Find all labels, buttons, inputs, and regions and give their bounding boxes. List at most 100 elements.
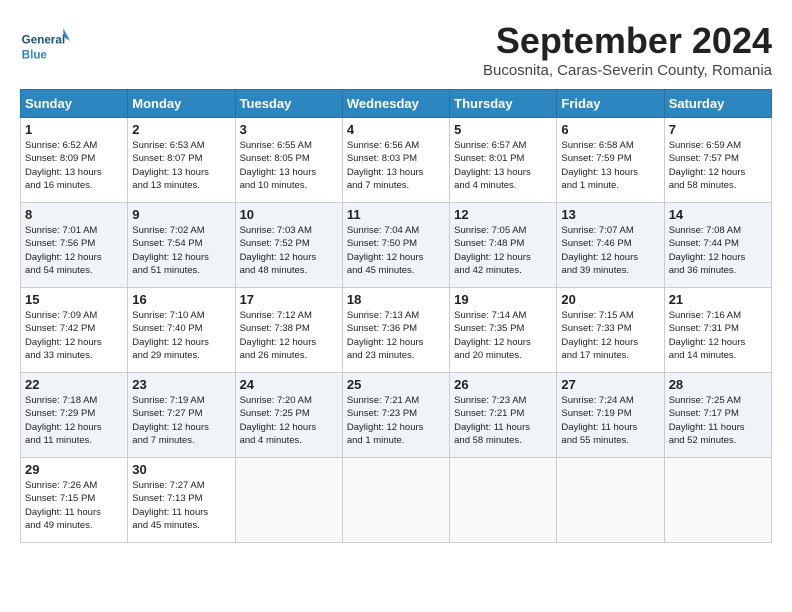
day-number: 19 bbox=[454, 292, 552, 307]
day-info: Sunrise: 6:57 AM Sunset: 8:01 PM Dayligh… bbox=[454, 139, 552, 192]
calendar-day bbox=[342, 458, 449, 543]
calendar-day: 24Sunrise: 7:20 AM Sunset: 7:25 PM Dayli… bbox=[235, 373, 342, 458]
day-number: 16 bbox=[132, 292, 230, 307]
day-info: Sunrise: 7:14 AM Sunset: 7:35 PM Dayligh… bbox=[454, 309, 552, 362]
day-number: 6 bbox=[561, 122, 659, 137]
day-number: 30 bbox=[132, 462, 230, 477]
day-info: Sunrise: 7:09 AM Sunset: 7:42 PM Dayligh… bbox=[25, 309, 123, 362]
day-info: Sunrise: 7:13 AM Sunset: 7:36 PM Dayligh… bbox=[347, 309, 445, 362]
day-info: Sunrise: 7:23 AM Sunset: 7:21 PM Dayligh… bbox=[454, 394, 552, 447]
day-info: Sunrise: 7:05 AM Sunset: 7:48 PM Dayligh… bbox=[454, 224, 552, 277]
day-info: Sunrise: 6:52 AM Sunset: 8:09 PM Dayligh… bbox=[25, 139, 123, 192]
calendar-day: 19 Sunrise: 7:14 AM Sunset: 7:35 PM Dayli… bbox=[450, 288, 557, 373]
day-info: Sunrise: 7:16 AM Sunset: 7:31 PM Dayligh… bbox=[669, 309, 767, 362]
day-number: 11 bbox=[347, 207, 445, 222]
day-number: 3 bbox=[240, 122, 338, 137]
day-number: 8 bbox=[25, 207, 123, 222]
day-number: 9 bbox=[132, 207, 230, 222]
day-number: 15 bbox=[25, 292, 123, 307]
calendar-day bbox=[664, 458, 771, 543]
calendar-week-5: 29 Sunrise: 7:26 AM Sunset: 7:15 PM Dayli… bbox=[21, 458, 772, 543]
day-info: Sunrise: 7:03 AM Sunset: 7:52 PM Dayligh… bbox=[240, 224, 338, 277]
calendar-week-3: 15 Sunrise: 7:09 AM Sunset: 7:42 PM Dayli… bbox=[21, 288, 772, 373]
calendar-day: 16Sunrise: 7:10 AM Sunset: 7:40 PM Dayli… bbox=[128, 288, 235, 373]
day-info: Sunrise: 7:19 AM Sunset: 7:27 PM Dayligh… bbox=[132, 394, 230, 447]
logo-icon: General Blue bbox=[20, 20, 70, 70]
calendar-day: 13Sunrise: 7:07 AM Sunset: 7:46 PM Dayli… bbox=[557, 203, 664, 288]
calendar-day: 5 Sunrise: 6:57 AM Sunset: 8:01 PM Daylig… bbox=[450, 118, 557, 203]
day-info: Sunrise: 7:24 AM Sunset: 7:19 PM Dayligh… bbox=[561, 394, 659, 447]
calendar-table: SundayMondayTuesdayWednesdayThursdayFrid… bbox=[20, 89, 772, 543]
day-info: Sunrise: 7:08 AM Sunset: 7:44 PM Dayligh… bbox=[669, 224, 767, 277]
weekday-header-saturday: Saturday bbox=[664, 90, 771, 118]
day-info: Sunrise: 6:53 AM Sunset: 8:07 PM Dayligh… bbox=[132, 139, 230, 192]
calendar-day: 6 Sunrise: 6:58 AM Sunset: 7:59 PM Daylig… bbox=[557, 118, 664, 203]
day-number: 17 bbox=[240, 292, 338, 307]
day-number: 1 bbox=[25, 122, 123, 137]
calendar-day: 27 Sunrise: 7:24 AM Sunset: 7:19 PM Dayli… bbox=[557, 373, 664, 458]
svg-text:Blue: Blue bbox=[22, 48, 48, 61]
day-info: Sunrise: 6:59 AM Sunset: 7:57 PM Dayligh… bbox=[669, 139, 767, 192]
calendar-day: 30 Sunrise: 7:27 AM Sunset: 7:13 PM Dayli… bbox=[128, 458, 235, 543]
day-number: 14 bbox=[669, 207, 767, 222]
day-info: Sunrise: 7:18 AM Sunset: 7:29 PM Dayligh… bbox=[25, 394, 123, 447]
calendar-day: 4Sunrise: 6:56 AM Sunset: 8:03 PM Daylig… bbox=[342, 118, 449, 203]
calendar-day: 20 Sunrise: 7:15 AM Sunset: 7:33 PM Dayli… bbox=[557, 288, 664, 373]
title-block: September 2024 Bucosnita, Caras-Severin … bbox=[483, 20, 772, 79]
day-info: Sunrise: 7:04 AM Sunset: 7:50 PM Dayligh… bbox=[347, 224, 445, 277]
weekday-header-sunday: Sunday bbox=[21, 90, 128, 118]
calendar-day: 17Sunrise: 7:12 AM Sunset: 7:38 PM Dayli… bbox=[235, 288, 342, 373]
calendar-day: 1 Sunrise: 6:52 AM Sunset: 8:09 PM Daylig… bbox=[21, 118, 128, 203]
day-number: 4 bbox=[347, 122, 445, 137]
svg-text:General: General bbox=[22, 33, 65, 46]
day-info: Sunrise: 7:26 AM Sunset: 7:15 PM Dayligh… bbox=[25, 479, 123, 532]
day-number: 20 bbox=[561, 292, 659, 307]
day-info: Sunrise: 7:15 AM Sunset: 7:33 PM Dayligh… bbox=[561, 309, 659, 362]
day-number: 10 bbox=[240, 207, 338, 222]
day-number: 29 bbox=[25, 462, 123, 477]
calendar-day: 9 Sunrise: 7:02 AM Sunset: 7:54 PM Daylig… bbox=[128, 203, 235, 288]
calendar-day bbox=[235, 458, 342, 543]
calendar-day: 14 Sunrise: 7:08 AM Sunset: 7:44 PM Dayli… bbox=[664, 203, 771, 288]
day-info: Sunrise: 6:58 AM Sunset: 7:59 PM Dayligh… bbox=[561, 139, 659, 192]
calendar-day: 21Sunrise: 7:16 AM Sunset: 7:31 PM Dayli… bbox=[664, 288, 771, 373]
calendar-day: 10 Sunrise: 7:03 AM Sunset: 7:52 PM Dayli… bbox=[235, 203, 342, 288]
calendar-day: 11 Sunrise: 7:04 AM Sunset: 7:50 PM Dayli… bbox=[342, 203, 449, 288]
weekday-header-wednesday: Wednesday bbox=[342, 90, 449, 118]
calendar-day: 7Sunrise: 6:59 AM Sunset: 7:57 PM Daylig… bbox=[664, 118, 771, 203]
day-number: 5 bbox=[454, 122, 552, 137]
calendar-day: 12 Sunrise: 7:05 AM Sunset: 7:48 PM Dayli… bbox=[450, 203, 557, 288]
day-number: 24 bbox=[240, 377, 338, 392]
day-number: 26 bbox=[454, 377, 552, 392]
calendar-day: 8 Sunrise: 7:01 AM Sunset: 7:56 PM Daylig… bbox=[21, 203, 128, 288]
day-info: Sunrise: 7:27 AM Sunset: 7:13 PM Dayligh… bbox=[132, 479, 230, 532]
page-header: General Blue September 2024 Bucosnita, C… bbox=[20, 20, 772, 79]
day-number: 22 bbox=[25, 377, 123, 392]
calendar-day: 25Sunrise: 7:21 AM Sunset: 7:23 PM Dayli… bbox=[342, 373, 449, 458]
calendar-day bbox=[557, 458, 664, 543]
month-title: September 2024 bbox=[483, 20, 772, 62]
calendar-week-1: 1 Sunrise: 6:52 AM Sunset: 8:09 PM Daylig… bbox=[21, 118, 772, 203]
day-number: 23 bbox=[132, 377, 230, 392]
day-number: 2 bbox=[132, 122, 230, 137]
day-number: 18 bbox=[347, 292, 445, 307]
day-number: 28 bbox=[669, 377, 767, 392]
day-info: Sunrise: 7:02 AM Sunset: 7:54 PM Dayligh… bbox=[132, 224, 230, 277]
weekday-header-tuesday: Tuesday bbox=[235, 90, 342, 118]
calendar-day: 28Sunrise: 7:25 AM Sunset: 7:17 PM Dayli… bbox=[664, 373, 771, 458]
logo: General Blue bbox=[20, 20, 74, 70]
day-number: 12 bbox=[454, 207, 552, 222]
weekday-header-monday: Monday bbox=[128, 90, 235, 118]
calendar-day: 15 Sunrise: 7:09 AM Sunset: 7:42 PM Dayli… bbox=[21, 288, 128, 373]
day-info: Sunrise: 6:55 AM Sunset: 8:05 PM Dayligh… bbox=[240, 139, 338, 192]
day-number: 25 bbox=[347, 377, 445, 392]
calendar-day: 23 Sunrise: 7:19 AM Sunset: 7:27 PM Dayli… bbox=[128, 373, 235, 458]
day-info: Sunrise: 7:01 AM Sunset: 7:56 PM Dayligh… bbox=[25, 224, 123, 277]
calendar-day: 22 Sunrise: 7:18 AM Sunset: 7:29 PM Dayli… bbox=[21, 373, 128, 458]
day-number: 13 bbox=[561, 207, 659, 222]
day-number: 27 bbox=[561, 377, 659, 392]
location-subtitle: Bucosnita, Caras-Severin County, Romania bbox=[483, 62, 772, 79]
weekday-header-row: SundayMondayTuesdayWednesdayThursdayFrid… bbox=[21, 90, 772, 118]
calendar-week-2: 8 Sunrise: 7:01 AM Sunset: 7:56 PM Daylig… bbox=[21, 203, 772, 288]
calendar-body: 1 Sunrise: 6:52 AM Sunset: 8:09 PM Daylig… bbox=[21, 118, 772, 543]
